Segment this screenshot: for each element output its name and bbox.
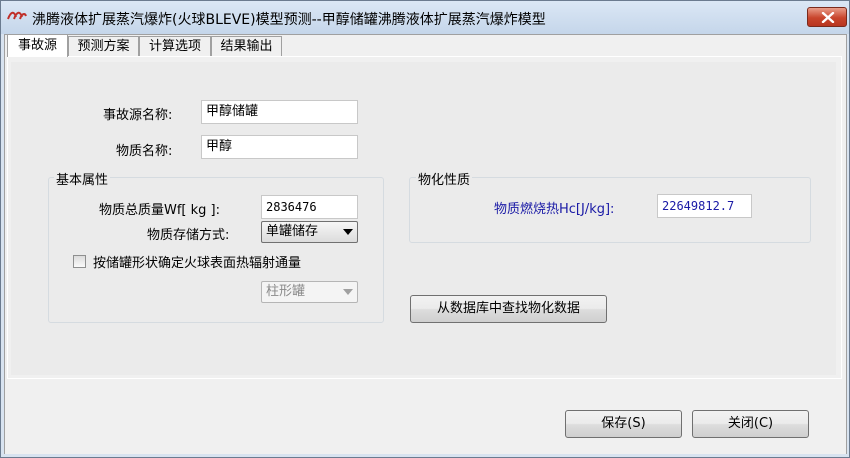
storage-mode-label: 物质存储方式:	[147, 228, 230, 243]
tank-shape-checkbox[interactable]	[73, 255, 86, 268]
source-name-field[interactable]: 甲醇储罐	[201, 100, 358, 124]
storage-mode-value: 单罐储存	[266, 224, 319, 239]
basic-props-title: 基本属性	[54, 169, 111, 188]
material-name-field[interactable]: 甲醇	[201, 135, 358, 159]
chevron-down-icon	[343, 289, 353, 295]
tab-accident-source[interactable]: 事故源	[7, 34, 68, 57]
window-close-button[interactable]	[807, 7, 847, 27]
source-name-label: 事故源名称:	[103, 108, 173, 123]
save-button[interactable]: 保存(S)	[565, 410, 682, 438]
app-logo-icon	[7, 11, 27, 20]
title-bar[interactable]: 沸腾液体扩展蒸汽爆炸(火球BLEVE)模型预测--甲醇储罐沸腾液体扩展蒸汽爆炸模…	[1, 1, 849, 34]
window-title: 沸腾液体扩展蒸汽爆炸(火球BLEVE)模型预测--甲醇储罐沸腾液体扩展蒸汽爆炸模…	[32, 12, 546, 28]
tab-panel: 事故源名称: 甲醇储罐 物质名称: 甲醇 基本属性 物质总质量Wf[ kg ]:…	[7, 56, 842, 379]
tank-shape-select: 柱形罐	[261, 281, 358, 303]
storage-mode-select[interactable]: 单罐储存	[261, 221, 358, 243]
tank-shape-value: 柱形罐	[266, 284, 306, 299]
physchem-title: 物化性质	[416, 169, 473, 188]
tank-shape-checkbox-label[interactable]: 按储罐形状确定火球表面热辐射通量	[93, 252, 301, 271]
db-lookup-button[interactable]: 从数据库中查找物化数据	[410, 295, 607, 323]
tab-calc-options[interactable]: 计算选项	[139, 36, 211, 56]
chevron-down-icon	[343, 229, 353, 235]
heat-of-combustion-field[interactable]: 22649812.7	[657, 194, 752, 218]
tab-panel-content: 事故源名称: 甲醇储罐 物质名称: 甲醇 基本属性 物质总质量Wf[ kg ]:…	[11, 62, 836, 375]
app-window: 沸腾液体扩展蒸汽爆炸(火球BLEVE)模型预测--甲醇储罐沸腾液体扩展蒸汽爆炸模…	[0, 0, 850, 458]
close-button[interactable]: 关闭(C)	[692, 410, 809, 438]
close-icon	[821, 12, 835, 23]
tab-prediction-scheme[interactable]: 预测方案	[68, 36, 139, 56]
client-area: 事故源 预测方案 计算选项 结果输出 事故源名称: 甲醇储罐 物质名称: 甲醇 …	[4, 34, 847, 454]
material-name-label: 物质名称:	[116, 144, 173, 159]
total-mass-label: 物质总质量Wf[ kg ]:	[99, 203, 220, 218]
tab-result-output[interactable]: 结果输出	[211, 36, 282, 56]
heat-of-combustion-label: 物质燃烧热Hc[J/kg]:	[494, 202, 615, 217]
total-mass-field[interactable]: 2836476	[261, 195, 358, 219]
dialog-footer: 保存(S) 关闭(C)	[5, 380, 846, 454]
